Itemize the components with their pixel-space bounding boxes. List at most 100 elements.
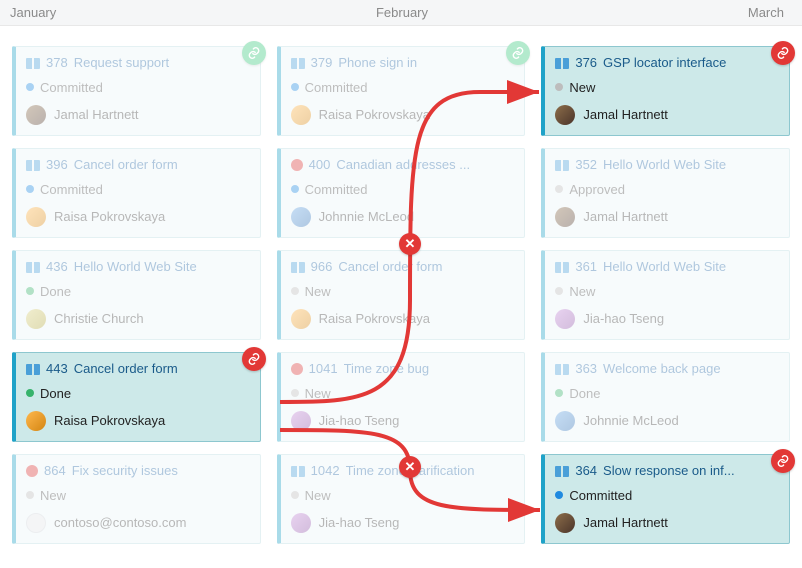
assignee-name: contoso@contoso.com — [54, 515, 186, 530]
blocked-icon: ✕ — [399, 233, 421, 255]
assignee-name: Jamal Hartnett — [583, 515, 668, 530]
state-row: Committed — [291, 182, 515, 197]
work-item-card[interactable]: 361Hello World Web Site New Jia-hao Tseng — [541, 250, 790, 340]
month-march: March — [532, 5, 802, 20]
assignee-row: Christie Church — [26, 309, 250, 329]
work-item-card[interactable]: 364Slow response on inf... Committed Jamal… — [541, 454, 790, 544]
backlog-item-icon — [26, 364, 40, 375]
work-item-title: GSP locator interface — [603, 55, 779, 72]
state-row: New — [291, 488, 515, 503]
card-title-row: 352 Hello World Web Site — [555, 157, 779, 174]
card-title-row: 400Canadian addresses ... — [291, 157, 515, 174]
assignee-name: Jamal Hartnett — [54, 107, 139, 122]
timeline-header: January February March — [0, 0, 802, 26]
avatar — [291, 207, 311, 227]
state-row: New — [291, 386, 515, 401]
work-item-card[interactable]: 379Phone sign inCommittedRaisa Pokrovska… — [277, 46, 526, 136]
assignee-name: Jia-hao Tseng — [319, 413, 400, 428]
state-dot-icon — [555, 389, 563, 397]
backlog-item-icon — [26, 160, 40, 171]
state-label: Committed — [40, 80, 103, 95]
backlog-item-icon — [555, 364, 569, 375]
work-item-id: 864 — [44, 463, 66, 480]
month-february: February — [272, 5, 532, 20]
work-item-id: 363 — [575, 361, 597, 378]
work-item-card[interactable]: 436Hello World Web SiteDoneChristie Chur… — [12, 250, 261, 340]
avatar — [26, 513, 46, 533]
work-item-id: 361 — [575, 259, 597, 276]
assignee-row: Raisa Pokrovskaya — [26, 411, 250, 431]
assignee-name: Jamal Hartnett — [583, 107, 668, 122]
assignee-name: Johnnie McLeod — [319, 209, 414, 224]
work-item-title: Canadian addresses ... — [336, 157, 514, 174]
work-item-id: 364 — [575, 463, 597, 480]
work-item-id: 352 — [575, 157, 597, 174]
assignee-name: Jia-hao Tseng — [319, 515, 400, 530]
avatar — [291, 105, 311, 125]
state-dot-icon — [291, 491, 299, 499]
work-item-card[interactable]: 378Request supportCommittedJamal Hartnet… — [12, 46, 261, 136]
state-label: Committed — [569, 488, 632, 503]
assignee-row: Jia-hao Tseng — [291, 411, 515, 431]
column-january: 378Request supportCommittedJamal Hartnet… — [12, 46, 261, 544]
state-dot-icon — [291, 287, 299, 295]
state-label: New — [40, 488, 66, 503]
backlog-item-icon — [291, 58, 305, 69]
avatar — [26, 105, 46, 125]
state-label: Approved — [569, 182, 625, 197]
assignee-row: Raisa Pokrovskaya — [291, 105, 515, 125]
work-item-card[interactable]: 443Cancel order formDoneRaisa Pokrovskay… — [12, 352, 261, 442]
avatar — [26, 411, 46, 431]
state-label: Done — [40, 284, 71, 299]
work-item-card[interactable]: 363Welcome back pageDoneJohnnie McLeod — [541, 352, 790, 442]
work-item-card[interactable]: 864Fix security issuesNewcontoso@contoso… — [12, 454, 261, 544]
state-dot-icon — [555, 83, 563, 91]
backlog-item-icon — [555, 58, 569, 69]
card-title-row: 376 GSP locator interface — [555, 55, 779, 72]
link-badge-icon[interactable] — [242, 347, 266, 371]
work-item-card[interactable]: 1041Time zone bug New Jia-hao Tseng — [277, 352, 526, 442]
backlog-item-icon — [26, 58, 40, 69]
link-badge-icon[interactable] — [506, 41, 530, 65]
work-item-title: Request support — [74, 55, 250, 72]
work-item-card[interactable]: 966Cancel order formNewRaisa Pokrovskaya — [277, 250, 526, 340]
state-row: New — [555, 284, 779, 299]
state-row: New — [26, 488, 250, 503]
backlog-item-icon — [555, 466, 569, 477]
work-item-id: 966 — [311, 259, 333, 276]
state-row: New — [555, 80, 779, 95]
assignee-row: Raisa Pokrovskaya — [26, 207, 250, 227]
avatar — [291, 513, 311, 533]
state-label: Committed — [305, 182, 368, 197]
work-item-card[interactable]: 400Canadian addresses ... Committed Johnni… — [277, 148, 526, 238]
card-title-row: 361Hello World Web Site — [555, 259, 779, 276]
state-row: New — [291, 284, 515, 299]
work-item-card[interactable]: 376 GSP locator interface New Jamal Hartnet… — [541, 46, 790, 136]
avatar — [555, 207, 575, 227]
bug-icon — [291, 159, 303, 171]
assignee-row: Jamal Hartnett — [555, 513, 779, 533]
state-label: New — [569, 80, 595, 95]
card-title-row: 1041Time zone bug — [291, 361, 515, 378]
assignee-name: Jia-hao Tseng — [583, 311, 664, 326]
assignee-row: Jamal Hartnett — [555, 207, 779, 227]
work-item-card[interactable]: 352 Hello World Web Site Approved Jamal Har… — [541, 148, 790, 238]
link-badge-icon[interactable] — [771, 449, 795, 473]
link-badge-icon[interactable] — [771, 41, 795, 65]
state-row: Committed — [26, 80, 250, 95]
assignee-row: Jamal Hartnett — [26, 105, 250, 125]
link-badge-icon[interactable] — [242, 41, 266, 65]
work-item-id: 396 — [46, 157, 68, 174]
backlog-item-icon — [291, 262, 305, 273]
assignee-row: Jamal Hartnett — [555, 105, 779, 125]
assignee-name: Johnnie McLeod — [583, 413, 678, 428]
work-item-id: 376 — [575, 55, 597, 72]
work-item-title: Hello World Web Site — [603, 157, 779, 174]
work-item-id: 436 — [46, 259, 68, 276]
assignee-name: Jamal Hartnett — [583, 209, 668, 224]
state-row: Done — [26, 284, 250, 299]
work-item-card[interactable]: 396Cancel order formCommittedRaisa Pokro… — [12, 148, 261, 238]
card-title-row: 364Slow response on inf... — [555, 463, 779, 480]
state-label: Committed — [305, 80, 368, 95]
state-dot-icon — [555, 491, 563, 499]
